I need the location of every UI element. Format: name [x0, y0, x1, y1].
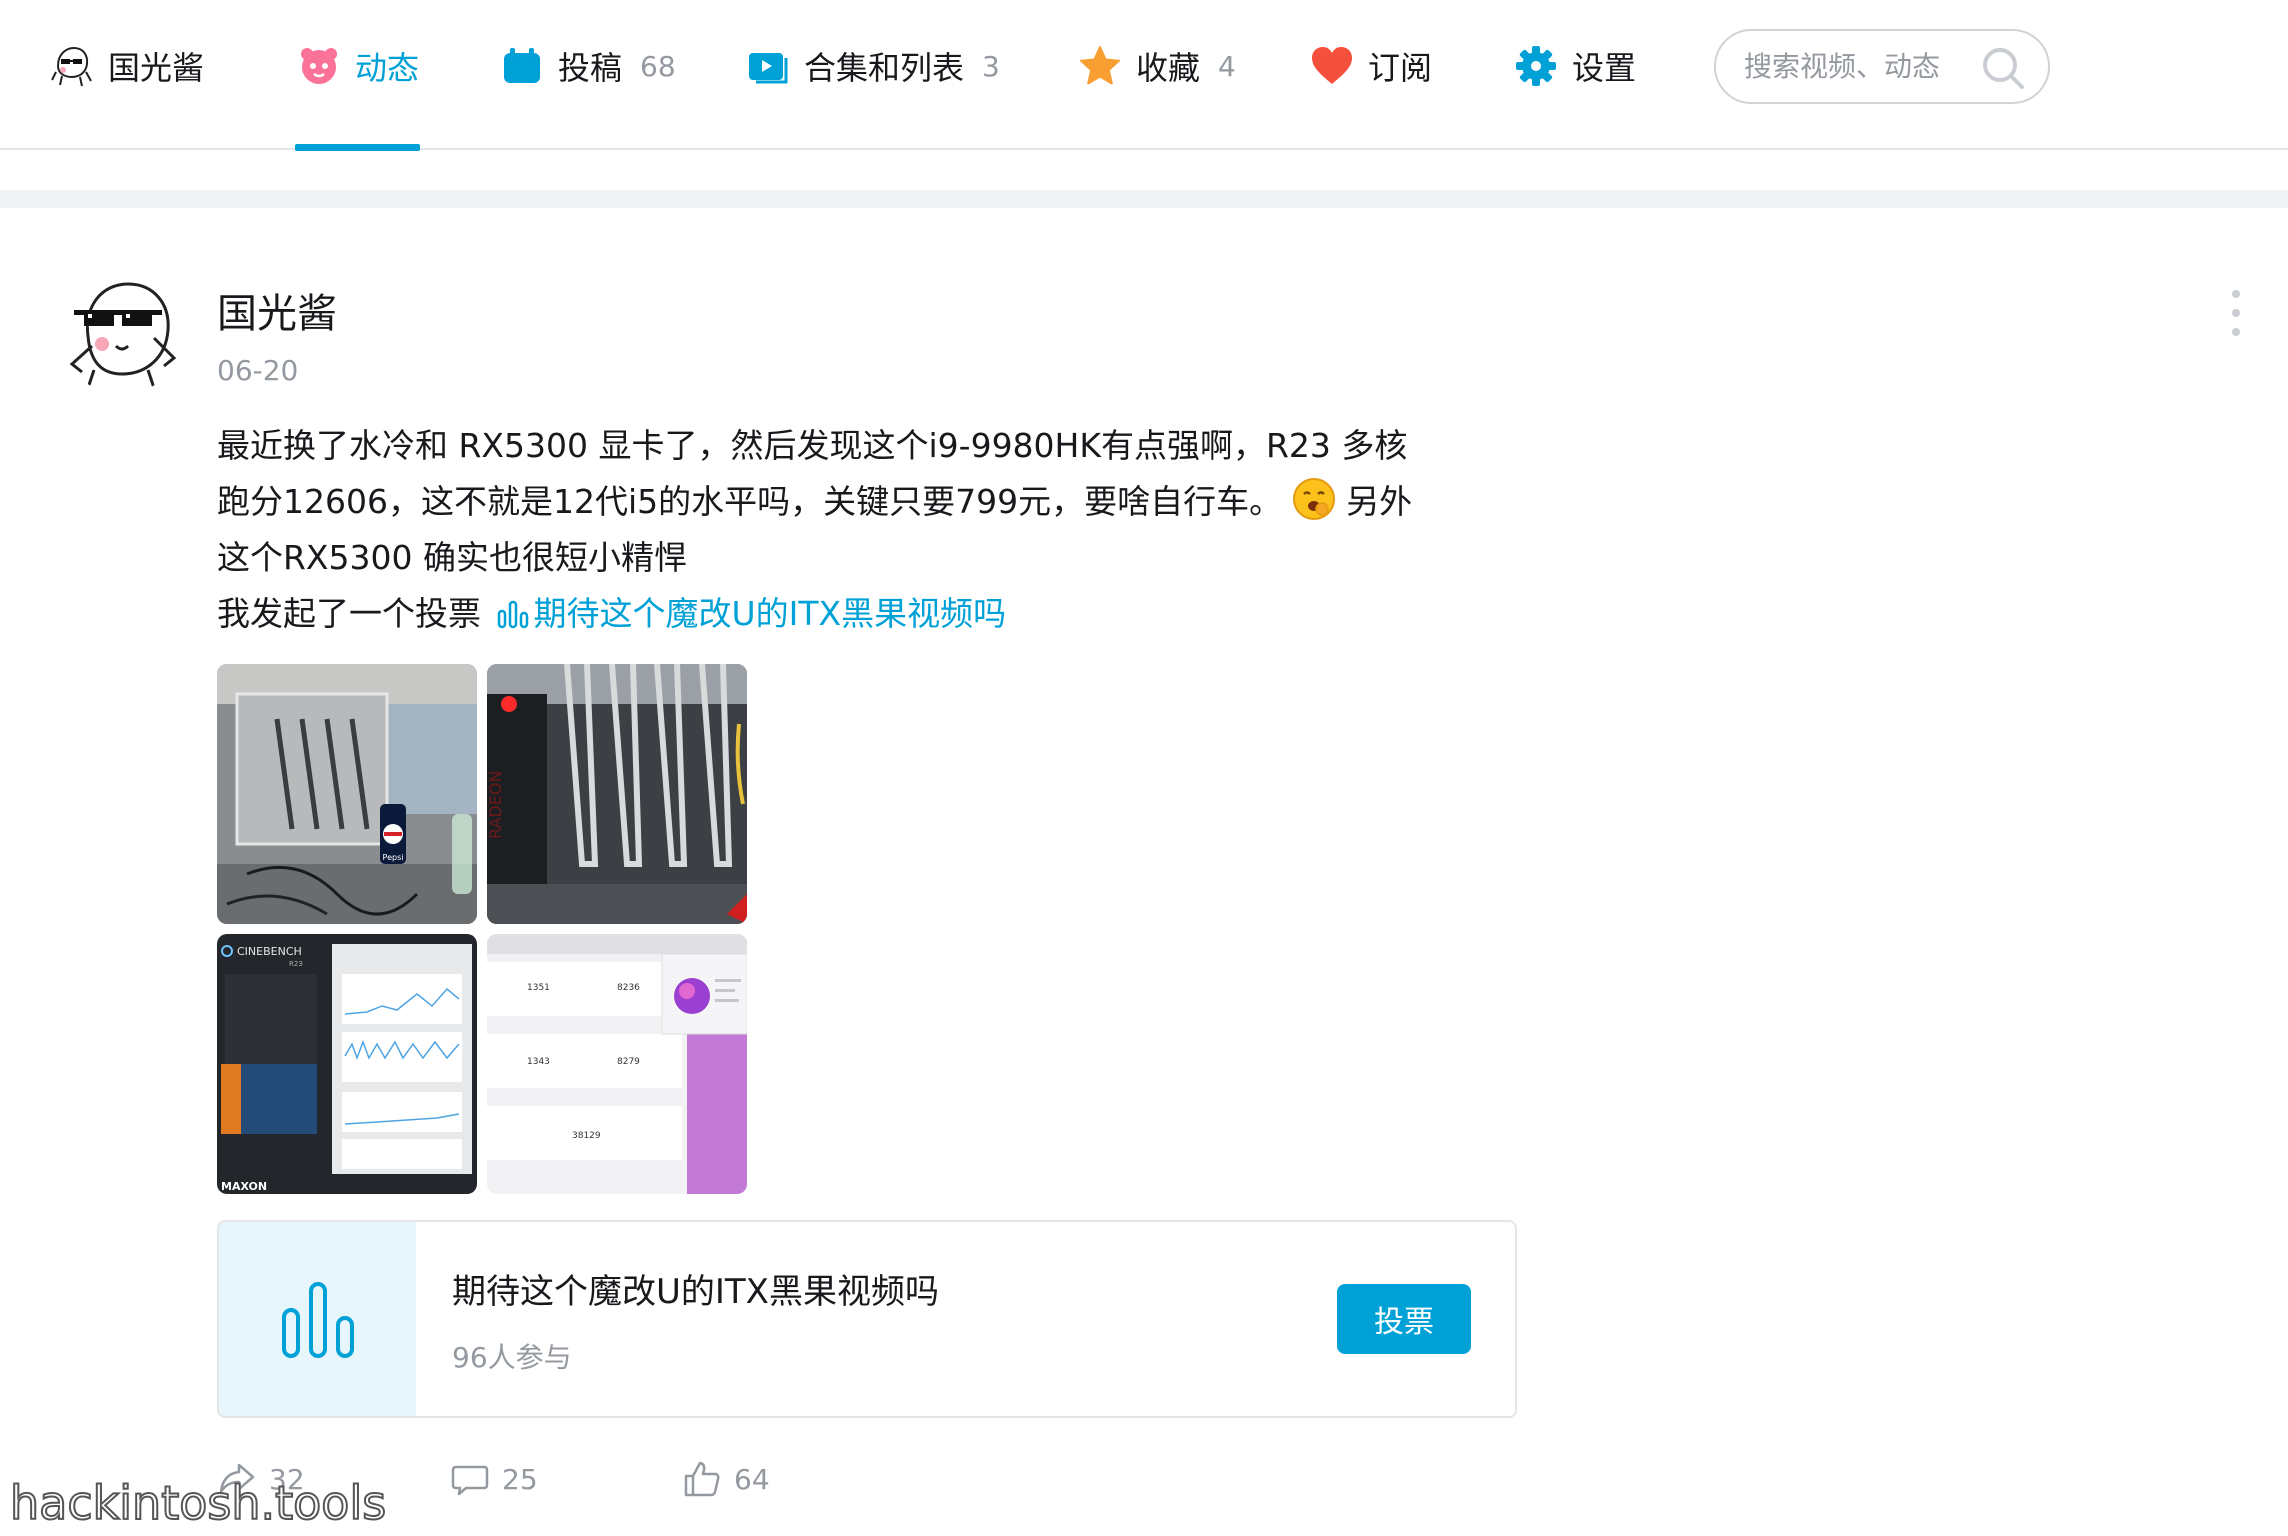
active-tab-indicator	[295, 144, 420, 151]
nav-count: 4	[1218, 49, 1236, 83]
settings-gear-icon	[1514, 44, 1558, 88]
post-text-segment: 另外	[1346, 482, 1413, 521]
favorite-star-icon	[1078, 44, 1122, 88]
vote-button[interactable]: 投票	[1337, 1284, 1471, 1354]
nav-label: 设置	[1572, 49, 1637, 87]
submission-icon	[500, 44, 544, 88]
collection-icon	[746, 44, 790, 88]
vote-link[interactable]: 期待这个魔改U的ITX黑果视频吗	[492, 594, 1007, 633]
geekbench-score: 8236	[617, 983, 640, 993]
photo-itx-case-pepsi[interactable]: Pepsi	[217, 664, 477, 924]
heart-icon	[1310, 44, 1354, 88]
pepsi-label: Pepsi	[383, 853, 404, 862]
vote-bars-icon	[219, 1222, 416, 1416]
yawn-emoji-icon	[1292, 477, 1336, 521]
dynamic-icon	[297, 44, 341, 88]
search-icon[interactable]	[1980, 45, 2026, 91]
geekbench-score: 1343	[527, 1057, 550, 1067]
vote-participants: 96人参与	[452, 1341, 572, 1374]
radeon-label: RADEON	[487, 771, 505, 839]
photo-geekbench-screenshot[interactable]: 1351 8236 1343 8279 38129	[487, 934, 747, 1194]
post-text-line: 跑分12606，这不就是12代i5的水平吗，关键只要799元，要啥自行车。 另外	[217, 474, 1517, 530]
nav-label: 投稿	[558, 49, 623, 87]
comment-icon	[450, 1459, 490, 1499]
geekbench-score: 8279	[617, 1057, 640, 1067]
post-text-segment: 跑分12606，这不就是12代i5的水平吗，关键只要799元，要啥自行车。	[217, 482, 1283, 521]
user-avatar-icon	[50, 44, 94, 88]
cinebench-title: CINEBENCH	[237, 945, 302, 958]
nav-item-submissions[interactable]: 投稿 68	[500, 36, 676, 96]
nav-count: 3	[982, 49, 1000, 83]
nav-label: 订阅	[1368, 49, 1433, 87]
nav-label: 合集和列表	[804, 49, 965, 87]
vote-bars-icon	[496, 590, 530, 629]
comment-count: 25	[502, 1462, 538, 1496]
nav-item-dynamic[interactable]: 动态	[297, 36, 419, 96]
post-text-segment: 我发起了一个投票	[217, 594, 481, 633]
nav-item-settings[interactable]: 设置	[1514, 36, 1636, 96]
avatar[interactable]	[58, 266, 186, 394]
post-date: 06-20	[217, 354, 299, 387]
nav-label: 动态	[355, 49, 420, 87]
post-text-segment: 最近换了水冷和 RX5300 显卡了，然后发现这个i9-9980HK有点强啊，R…	[217, 426, 1408, 465]
maxon-label: MAXON	[221, 1180, 267, 1193]
geekbench-score: 38129	[572, 1131, 601, 1141]
watermark-text: hackintosh.tools	[9, 1475, 387, 1531]
dot	[2232, 290, 2240, 298]
post-content: 最近换了水冷和 RX5300 显卡了，然后发现这个i9-9980HK有点强啊，R…	[217, 418, 1517, 642]
geekbench-score: 1351	[527, 983, 550, 993]
nav-item-favorites[interactable]: 收藏 4	[1078, 36, 1236, 96]
thumbs-up-icon	[682, 1459, 722, 1499]
cinebench-version: R23	[289, 960, 303, 968]
nav-label: 收藏	[1136, 49, 1201, 87]
nav-label: 国光酱	[108, 49, 205, 87]
comment-button[interactable]: 25	[450, 1456, 538, 1502]
more-options-icon[interactable]	[2226, 290, 2246, 336]
nav-count: 68	[640, 49, 676, 83]
search-input[interactable]	[1744, 50, 1974, 83]
vote-card[interactable]: 期待这个魔改U的ITX黑果视频吗 96人参与 投票	[217, 1220, 1517, 1418]
post-author-name[interactable]: 国光酱	[217, 281, 337, 339]
photo-radeon-gpu[interactable]: RADEON	[487, 664, 747, 924]
top-navigation: 国光酱 动态 投稿 68 合集和列表 3 收藏 4 订阅 设置 搜索视频、动态	[0, 0, 2288, 151]
vote-title: 期待这个魔改U的ITX黑果视频吗	[452, 1272, 939, 1312]
post-text-line: 我发起了一个投票 期待这个魔改U的ITX黑果视频吗	[217, 586, 1517, 642]
section-divider	[0, 190, 2288, 208]
nav-item-collections[interactable]: 合集和列表 3	[746, 36, 1000, 96]
vote-link-text: 期待这个魔改U的ITX黑果视频吗	[533, 594, 1007, 633]
nav-item-home[interactable]: 国光酱	[50, 36, 204, 96]
post-text-segment: 这个RX5300 确实也很短小精悍	[217, 538, 688, 577]
dot	[2232, 309, 2240, 317]
like-button[interactable]: 64	[682, 1456, 770, 1502]
post-text-line: 最近换了水冷和 RX5300 显卡了，然后发现这个i9-9980HK有点强啊，R…	[217, 418, 1517, 474]
like-count: 64	[734, 1462, 770, 1496]
post-text-line: 这个RX5300 确实也很短小精悍	[217, 530, 1517, 586]
dot	[2232, 328, 2240, 336]
photo-cinebench-screenshot[interactable]: CINEBENCH R23 MAXON	[217, 934, 477, 1194]
search-box	[1714, 29, 2050, 104]
nav-item-subscriptions[interactable]: 订阅	[1310, 36, 1432, 96]
